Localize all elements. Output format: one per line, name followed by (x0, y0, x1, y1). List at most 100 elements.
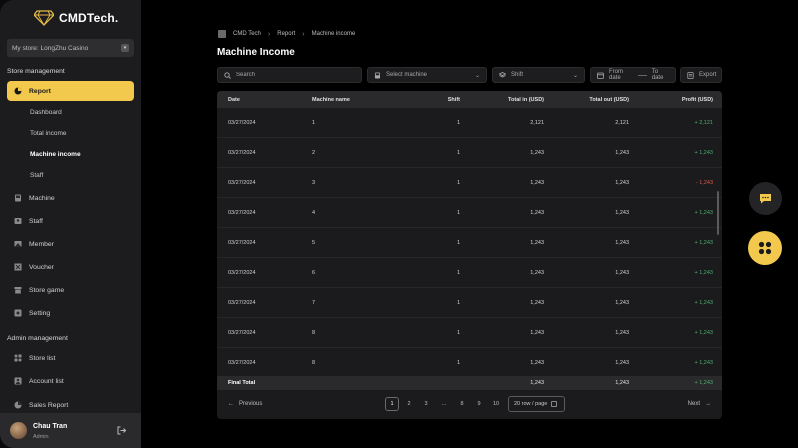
scrollbar-thumb[interactable] (717, 191, 719, 235)
table-row[interactable]: 03/27/2024 5 1 1,243 1,243 + 1,243 (217, 228, 722, 258)
cell-total-in: 1,243 (530, 240, 544, 246)
sidebar-sub-total-income[interactable]: Total income (30, 130, 67, 137)
page-button-2[interactable]: 2 (402, 397, 416, 411)
table-row[interactable]: 03/27/2024 6 1 1,243 1,243 + 1,243 (217, 258, 722, 288)
chat-bubble-icon (760, 194, 771, 204)
sidebar-item-machine[interactable]: Machine (7, 188, 134, 208)
cell-date: 03/27/2024 (228, 210, 256, 216)
cell-total-out: 1,243 (615, 180, 629, 186)
cell-machine-name: 2 (312, 150, 316, 156)
cell-total-out: 1,243 (615, 300, 629, 306)
sidebar-item-setting[interactable]: Setting (7, 303, 134, 323)
pagination: ← Previous 1 2 3 ... 8 9 10 20 row / pag… (217, 390, 722, 419)
final-total-label: Final Total (228, 380, 256, 386)
section-store-management: Store management (7, 68, 65, 75)
column-header-date[interactable]: Date (228, 97, 240, 103)
table-row[interactable]: 03/27/2024 1 1 2,121 2,121 + 2,121 (217, 108, 722, 138)
page-button-8[interactable]: 8 (455, 397, 469, 411)
chevron-down-icon: ⌄ (474, 72, 480, 79)
sidebar-item-account-list[interactable]: Account list (7, 371, 134, 391)
cell-profit: + 1,243 (694, 150, 713, 156)
sidebar: CMDTech. My store: LongZhu Casino ▾ Stor… (0, 0, 141, 448)
previous-page-button[interactable]: ← Previous (228, 401, 262, 407)
table-row[interactable]: 03/27/2024 4 1 1,243 1,243 + 1,243 (217, 198, 722, 228)
sidebar-item-store-list[interactable]: Store list (7, 348, 134, 368)
main-content: CMD Tech › Report › Machine income Machi… (141, 0, 798, 448)
page-size-select[interactable]: 20 row / page (508, 396, 565, 412)
sidebar-sub-staff[interactable]: Staff (30, 172, 43, 179)
sidebar-item-label: Account list (29, 377, 64, 385)
sidebar-item-member[interactable]: Member (7, 234, 134, 254)
search-box[interactable] (217, 67, 362, 83)
table-row[interactable]: 03/27/2024 8 1 1,243 1,243 + 1,243 (217, 348, 722, 378)
sidebar-item-voucher[interactable]: Voucher (7, 257, 134, 277)
page-size-label: 20 row / page (514, 401, 548, 407)
page-button-9[interactable]: 9 (472, 397, 486, 411)
cell-total-in: 1,243 (530, 180, 544, 186)
from-date[interactable]: From date (609, 69, 633, 81)
column-header-machine-name[interactable]: Machine name (312, 97, 350, 103)
date-range-picker[interactable]: From date To date (590, 67, 676, 83)
table-row[interactable]: 03/27/2024 3 1 1,243 1,243 - 1,243 (217, 168, 722, 198)
user-role: Admin (33, 434, 49, 440)
table-row[interactable]: 03/27/2024 2 1 1,243 1,243 + 1,243 (217, 138, 722, 168)
user-profile: Chau Tran Admin (0, 413, 141, 448)
column-header-total-out[interactable]: Total out (USD) (589, 97, 629, 103)
page-button-1[interactable]: 1 (385, 397, 399, 411)
page-button-10[interactable]: 10 (489, 397, 503, 411)
table-row[interactable]: 03/27/2024 8 1 1,243 1,243 + 1,243 (217, 318, 722, 348)
column-header-total-in[interactable]: Total in (USD) (508, 97, 544, 103)
breadcrumb-item[interactable]: CMD Tech (233, 31, 261, 37)
store-selector-label: My store: LongZhu Casino (12, 44, 89, 52)
sidebar-item-store-game[interactable]: Store game (7, 280, 134, 300)
cell-total-in: 1,243 (530, 300, 544, 306)
avatar[interactable] (10, 422, 27, 439)
shift-select[interactable]: Shift ⌄ (492, 67, 585, 83)
section-admin-management: Admin management (7, 335, 68, 342)
arrow-right-icon: → (705, 401, 711, 407)
cell-shift: 1 (456, 300, 460, 306)
column-header-shift[interactable]: Shift (448, 97, 460, 103)
sidebar-item-label: Staff (29, 217, 43, 225)
store-selector[interactable]: My store: LongZhu Casino ▾ (7, 39, 134, 57)
next-label: Next (687, 401, 700, 407)
page-button-3[interactable]: 3 (419, 397, 433, 411)
cell-total-in: 1,243 (530, 360, 544, 366)
sidebar-item-label: Sales Report (29, 401, 69, 409)
machine-select[interactable]: Select machine ⌄ (367, 67, 487, 83)
cell-machine-name: 6 (312, 270, 316, 276)
next-page-button[interactable]: Next → (688, 401, 711, 407)
brand-logo[interactable]: CMDTech. (34, 10, 118, 26)
grid-icon (14, 354, 22, 362)
table-row[interactable]: 03/27/2024 7 1 1,243 1,243 + 1,243 (217, 288, 722, 318)
search-input[interactable] (236, 72, 355, 78)
chevron-down-icon: ▾ (121, 44, 129, 52)
to-date[interactable]: To date (652, 69, 669, 81)
export-button[interactable]: Export (680, 67, 722, 83)
sidebar-item-sales-report[interactable]: Sales Report (7, 395, 134, 415)
diamond-logo-icon (34, 10, 54, 26)
cell-machine-name: 5 (312, 240, 316, 246)
final-total-out: 1,243 (615, 380, 629, 386)
cell-profit: + 1,243 (694, 240, 713, 246)
logout-icon[interactable] (117, 426, 126, 435)
sidebar-sub-dashboard[interactable]: Dashboard (30, 109, 62, 116)
cell-total-out: 1,243 (615, 240, 629, 246)
cell-date: 03/27/2024 (228, 270, 256, 276)
cell-total-in: 1,243 (530, 210, 544, 216)
cell-total-in: 1,243 (530, 150, 544, 156)
home-icon[interactable] (218, 30, 226, 38)
sidebar-sub-machine-income[interactable]: Machine income (30, 151, 81, 158)
chat-button[interactable] (749, 182, 782, 215)
sidebar-item-staff[interactable]: Staff (7, 211, 134, 231)
breadcrumb-item[interactable]: Report (277, 31, 295, 37)
machine-select-label: Select machine (386, 72, 428, 78)
column-header-profit[interactable]: Profit (USD) (682, 97, 713, 103)
sidebar-item-report[interactable]: Report (7, 81, 134, 101)
apps-button[interactable] (748, 231, 782, 265)
shift-icon (499, 71, 506, 77)
cell-total-in: 2,121 (530, 120, 544, 126)
sidebar-item-label: Voucher (29, 263, 54, 271)
cell-profit: + 1,243 (694, 360, 713, 366)
chevron-down-icon: ⌄ (572, 72, 578, 79)
